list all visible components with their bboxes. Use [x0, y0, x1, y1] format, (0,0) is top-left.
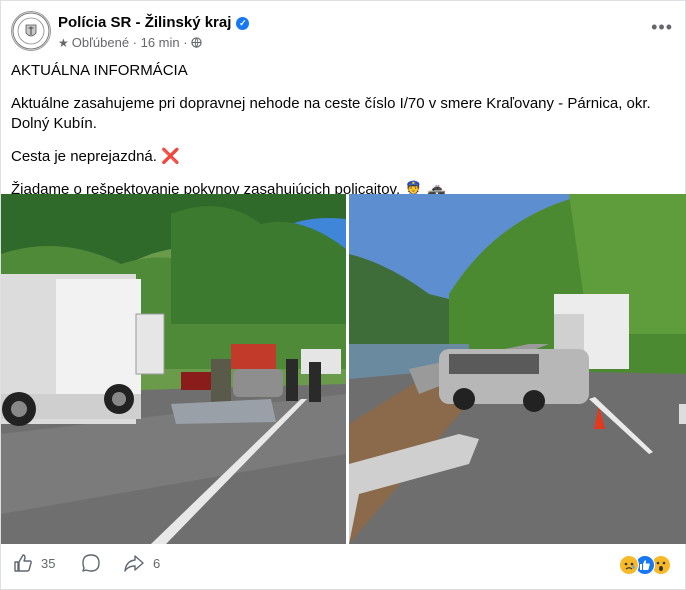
like-count: 35 [41, 555, 56, 571]
page-name-text[interactable]: Polícia SR - Žilinský kraj [58, 14, 231, 31]
reaction-summary[interactable] [619, 555, 675, 575]
post-heading: AKTUÁLNA INFORMÁCIA [11, 62, 188, 79]
comment-icon [82, 554, 100, 572]
post-footer: 35 6 [11, 549, 675, 581]
more-icon[interactable]: ••• [651, 17, 673, 38]
post-meta: ★ Obľúbené · 16 min · [58, 35, 202, 50]
post-paragraph-2: Cesta je neprejazdná. ❌ [11, 148, 180, 165]
avatar[interactable] [11, 11, 51, 51]
share-icon [124, 555, 144, 572]
share-button[interactable]: 6 [123, 553, 160, 573]
share-count: 6 [153, 555, 161, 571]
post-header: Polícia SR - Žilinský kraj ✓ ★ Obľúbené · … [11, 11, 675, 55]
post-text: AKTUÁLNA INFORMÁCIA Aktuálne zasahujeme … [11, 61, 681, 213]
photo-grid [1, 194, 686, 544]
like-icon [14, 554, 32, 572]
photo-1[interactable] [1, 194, 346, 544]
globe-icon [191, 37, 202, 48]
verified-icon: ✓ [236, 17, 250, 30]
post-paragraph-1: Aktuálne zasahujeme pri dopravnej nehode… [11, 95, 651, 132]
comment-button[interactable] [81, 553, 109, 573]
star-icon: ★ [58, 36, 69, 50]
facebook-post: Polícia SR - Žilinský kraj ✓ ★ Obľúbené · … [0, 0, 686, 590]
page-name[interactable]: Polícia SR - Žilinský kraj ✓ [58, 14, 250, 31]
sad-reaction-icon [619, 555, 639, 575]
like-button[interactable]: 35 [13, 553, 55, 573]
police-logo [12, 12, 50, 50]
audience-label[interactable]: Obľúbené [72, 35, 129, 50]
post-time[interactable]: 16 min [141, 35, 180, 50]
photo-2[interactable] [349, 194, 686, 544]
